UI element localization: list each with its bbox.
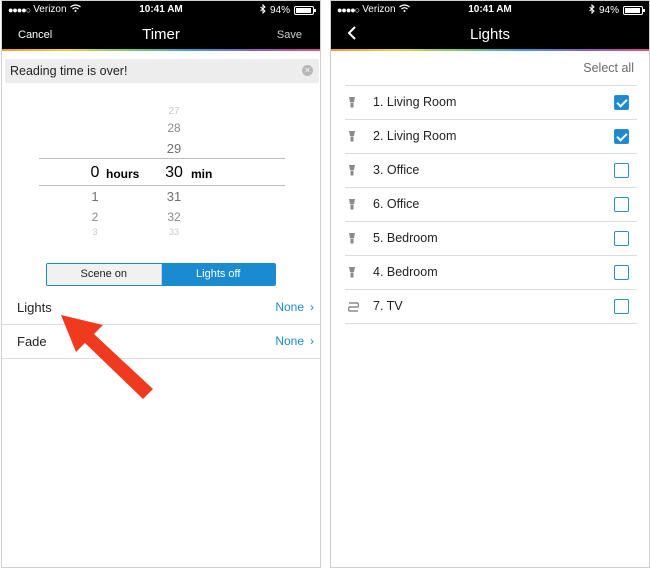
picker-minutes-unit: min	[191, 167, 213, 181]
fade-row[interactable]: Fade None ›	[2, 325, 320, 359]
light-row[interactable]: 1. Living Room	[345, 86, 637, 120]
select-all-button[interactable]: Select all	[583, 61, 634, 75]
bulb-icon	[348, 232, 356, 250]
bulb-icon	[348, 266, 356, 284]
page-title: Timer	[142, 26, 180, 43]
page-title: Lights	[469, 26, 511, 43]
nav-bar: Lights	[331, 21, 649, 47]
bluetooth-icon	[589, 3, 595, 17]
light-row[interactable]: 2. Living Room	[345, 120, 637, 154]
battery-percent: 94%	[269, 5, 290, 16]
light-name: 5. Bedroom	[373, 231, 438, 245]
top-bar: ●●●●○ Verizon 10:41 AM 94% Cancel Timer …	[2, 1, 320, 51]
light-name: 3. Office	[373, 163, 420, 177]
status-bar: ●●●●○ Verizon 10:41 AM 94%	[331, 3, 649, 17]
picker-selection-top-line	[39, 158, 285, 159]
picker-hour-option[interactable]: 1	[80, 189, 110, 204]
picker-hour-option[interactable]: 2	[80, 210, 110, 224]
light-checkbox[interactable]	[614, 129, 629, 144]
light-name: 6. Office	[373, 197, 420, 211]
timer-screen: ●●●●○ Verizon 10:41 AM 94% Cancel Timer …	[1, 0, 321, 568]
light-checkbox[interactable]	[614, 265, 629, 280]
chevron-right-icon: ›	[310, 300, 314, 314]
clear-icon[interactable]: ×	[302, 65, 313, 76]
light-checkbox[interactable]	[614, 197, 629, 212]
lightstrip-icon	[347, 300, 360, 318]
timer-name-input[interactable]	[5, 59, 285, 83]
light-row[interactable]: 5. Bedroom	[345, 222, 637, 256]
picker-selection-bottom-line	[39, 185, 285, 186]
scene-on-segment[interactable]: Scene on	[47, 264, 162, 285]
save-button[interactable]: Save	[277, 29, 302, 41]
light-checkbox[interactable]	[614, 95, 629, 110]
bulb-icon	[348, 130, 356, 148]
action-segmented-control: Scene on Lights off	[46, 263, 276, 286]
picker-minutes-selected[interactable]: 30	[159, 164, 189, 182]
lights-row[interactable]: Lights None ›	[2, 291, 320, 325]
light-name: 1. Living Room	[373, 95, 457, 109]
battery-icon	[623, 6, 645, 15]
light-row[interactable]: 4. Bedroom	[345, 256, 637, 290]
picker-hours-unit: hours	[106, 167, 140, 181]
picker-minute-option[interactable]: 27	[159, 106, 189, 117]
bulb-icon	[348, 96, 356, 114]
bulb-icon	[348, 198, 356, 216]
chevron-right-icon: ›	[310, 334, 314, 348]
fade-row-value: None	[275, 334, 304, 348]
light-row[interactable]: 7. TV	[345, 290, 637, 324]
lights-row-value: None	[275, 300, 304, 314]
time-picker[interactable]: 27 28 29 0 hours 30 min 1 31 2 32 3 33	[2, 101, 320, 241]
light-checkbox[interactable]	[614, 299, 629, 314]
lights-off-segment[interactable]: Lights off	[161, 264, 275, 285]
light-checkbox[interactable]	[614, 163, 629, 178]
fade-row-label: Fade	[17, 334, 47, 349]
lights-row-label: Lights	[17, 300, 52, 315]
bluetooth-icon	[260, 3, 266, 17]
light-checkbox[interactable]	[614, 231, 629, 246]
timer-name-field[interactable]: ×	[5, 59, 319, 83]
battery-percent: 94%	[598, 5, 619, 16]
red-arrow-annotation	[61, 315, 153, 399]
light-row[interactable]: 6. Office	[345, 188, 637, 222]
light-row[interactable]: 3. Office	[345, 154, 637, 188]
battery-icon	[294, 6, 316, 15]
picker-minute-option[interactable]: 33	[159, 227, 189, 235]
lights-screen: ●●●●○ Verizon 10:41 AM 94% Lights Select	[330, 0, 650, 568]
picker-minute-option[interactable]: 32	[159, 210, 189, 224]
picker-minute-option[interactable]: 28	[159, 121, 189, 135]
status-bar: ●●●●○ Verizon 10:41 AM 94%	[2, 3, 320, 17]
picker-hour-option[interactable]: 3	[80, 227, 110, 235]
light-name: 2. Living Room	[373, 129, 457, 143]
picker-minute-option[interactable]: 31	[159, 189, 189, 204]
nav-bar: Cancel Timer Save	[2, 21, 320, 47]
picker-minute-option[interactable]: 29	[159, 141, 189, 156]
light-name: 7. TV	[373, 299, 403, 313]
bulb-icon	[348, 164, 356, 182]
top-bar: ●●●●○ Verizon 10:41 AM 94% Lights	[331, 1, 649, 51]
light-name: 4. Bedroom	[373, 265, 438, 279]
